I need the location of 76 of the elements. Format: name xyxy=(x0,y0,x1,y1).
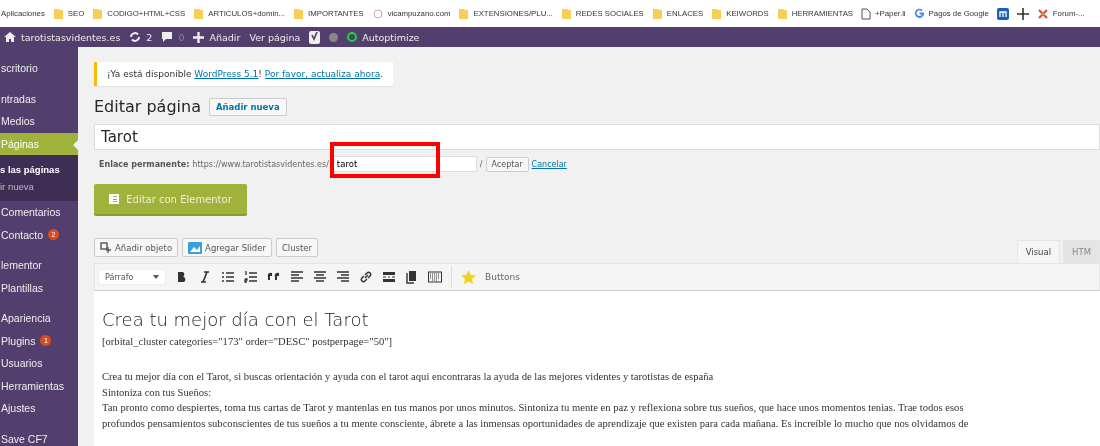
submenu-item[interactable]: s las páginas xyxy=(0,161,78,178)
paragraph-text: profundos pensamientos subconscientes de tus sueños a tu mente consciente, ábrete a las inmensas oportunidades de aprendizaje que existen para cada mañana. Es increíble lo mucho que nos olvidamos de xyxy=(102,416,970,431)
add-new-button[interactable]: Añadir nueva xyxy=(208,97,287,116)
paragraph-text: Tan pronto como despiertes, toma tus cartas de Tarot y mantenlas en tus manos por unos minutos. Sintoniza tu mente en paz y reflexiona sobre tus sueños, que hace unos momentos tenias. Trae todos esos xyxy=(102,401,965,415)
folder-icon xyxy=(651,7,663,20)
page-icon xyxy=(861,7,872,20)
admin-bar-link[interactable]: tarotistasvidentes.es xyxy=(21,31,121,43)
page-heading: Editar página xyxy=(94,97,201,116)
slider-icon xyxy=(188,241,203,254)
submenu-item[interactable]: ir nueva xyxy=(0,178,78,195)
admin-bar-link[interactable]: Añadir xyxy=(209,31,241,43)
numbers-icon[interactable] xyxy=(244,270,258,284)
sidebar-menu-item[interactable]: Medios xyxy=(0,110,78,133)
editor-tab[interactable]: Visual xyxy=(1016,240,1061,263)
italic-icon[interactable] xyxy=(198,270,212,284)
align-right-icon[interactable] xyxy=(336,270,350,284)
media-button[interactable]: Agregar Slider xyxy=(182,238,272,257)
folder-icon xyxy=(52,7,64,20)
accept-button[interactable]: Aceptar xyxy=(485,156,529,172)
status-ring-icon xyxy=(347,32,358,42)
bullets-icon[interactable] xyxy=(221,270,235,284)
elementor-icon xyxy=(109,194,120,204)
title-field[interactable]: Tarot xyxy=(94,124,1100,150)
permalink-base: https://www.tarotistasvidentes.es/ xyxy=(192,159,329,169)
sidebar-menu-item[interactable]: Comentarios xyxy=(0,201,78,224)
keyboard-icon[interactable] xyxy=(428,270,442,284)
refresh-icon xyxy=(129,31,142,43)
sidebar-menu-item[interactable]: Apariencia xyxy=(0,307,78,330)
plus-icon xyxy=(193,31,205,43)
permalink-slash: / xyxy=(479,159,483,169)
sidebar-menu-item[interactable]: Usuarios xyxy=(0,352,78,375)
sidebar-menu-item[interactable]: Plantillas xyxy=(0,276,78,299)
m-logo-icon[interactable] xyxy=(996,7,1009,20)
paste-icon[interactable] xyxy=(405,270,419,284)
format-dropdown[interactable]: Párrafo xyxy=(98,269,166,285)
buttons-menu[interactable]: Buttons xyxy=(485,272,520,282)
permalink-label: Enlace permanente: xyxy=(99,159,190,169)
yoast-logo-icon[interactable] xyxy=(309,30,321,44)
folder-icon xyxy=(293,7,304,20)
admin-bar-link[interactable]: Ver página xyxy=(249,31,301,43)
admin-bar-link[interactable]: Autoptimize xyxy=(362,31,420,43)
align-left-icon[interactable] xyxy=(290,270,304,284)
paragraph-text: Crea tu mejor día con el Tarot, si buscas orientación y ayuda con el tarot aqui encontraras la ayuda de las mejores videntes y tarotistas de españa xyxy=(102,370,715,384)
status-dot-icon xyxy=(329,32,339,42)
media-button[interactable]: Añadir objeto xyxy=(94,238,179,257)
sidebar-menu-item[interactable]: Ajustes xyxy=(0,397,78,420)
google-icon xyxy=(913,8,925,19)
align-center-icon[interactable] xyxy=(313,270,327,284)
joomla-icon xyxy=(1036,7,1049,20)
media-button[interactable]: Cluster xyxy=(275,238,319,257)
folder-icon xyxy=(776,7,788,20)
editor-area[interactable] xyxy=(94,291,1100,446)
home-icon xyxy=(4,31,16,43)
folder-icon xyxy=(92,7,104,20)
folder-icon xyxy=(193,7,205,20)
link-icon[interactable] xyxy=(359,270,373,284)
folder-icon xyxy=(560,7,572,20)
star-icon[interactable] xyxy=(461,269,476,285)
more-icon[interactable] xyxy=(382,270,396,284)
sidebar-menu-item[interactable]: scritorio xyxy=(0,57,78,80)
sidebar-menu-item[interactable]: Save CF7 xyxy=(0,427,78,446)
sidebar-menu-item[interactable]: Herramientas xyxy=(0,374,78,397)
folder-icon xyxy=(711,7,723,20)
paragraph-text: Sintoniza con tus Sueños: xyxy=(102,385,213,400)
shortcode-text: [orbital_cluster categories="173" order="DESC" postperpage="50"] xyxy=(102,336,394,347)
slug-field[interactable]: tarot xyxy=(331,156,477,172)
sidebar-menu-item[interactable]: ntradas xyxy=(0,87,78,110)
update-notice: ¡Ya está disponible WordPress 5.1! Por favor, actualiza ahora. xyxy=(94,62,394,86)
crosshair-icon[interactable] xyxy=(1016,7,1029,20)
cancel-link[interactable]: Cancelar xyxy=(531,159,567,169)
sidebar-menu-item[interactable]: lementor xyxy=(0,254,78,277)
folder-icon xyxy=(458,7,470,20)
admin-bar-link[interactable]: 2 xyxy=(146,31,153,43)
comment-icon xyxy=(161,31,174,43)
content-heading: Crea tu mejor día con el Tarot xyxy=(102,309,370,330)
media-icon xyxy=(100,241,112,254)
